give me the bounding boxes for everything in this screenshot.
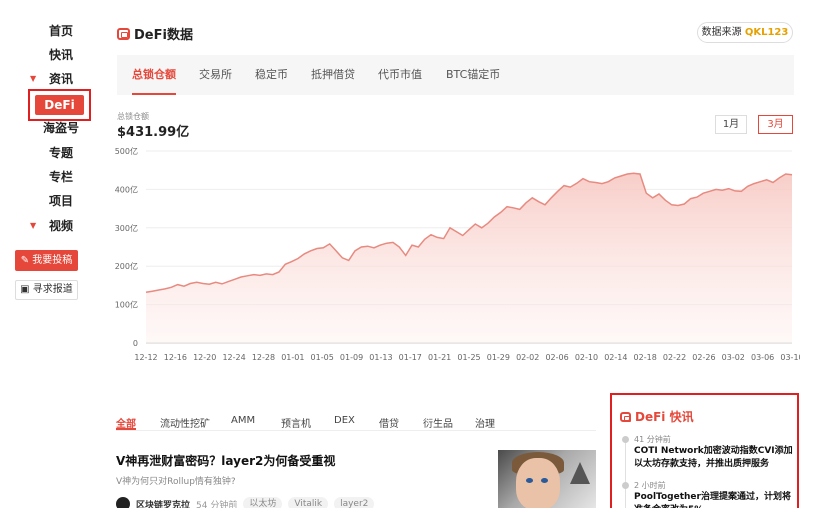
article-author[interactable]: 区块链罗克拉 [136,498,190,508]
nav-item-topic[interactable]: 专题 [0,143,100,163]
page-title: DeFi数据 [117,24,193,43]
nav-item-project[interactable]: 项目 [0,191,100,211]
data-tabs: 总锁仓额 交易所 稳定币 抵押借贷 代币市值 BTC锚定币 [117,55,794,95]
article-tag[interactable]: 以太坊 [243,497,283,508]
chart-x-tick: 12-28 [252,353,275,362]
chart-x-tick: 12-24 [222,353,245,362]
tab-token-marketcap[interactable]: 代币市值 [378,55,422,95]
caret-down-icon: ▼ [30,74,37,83]
chart-x-tick: 12-20 [193,353,216,362]
nav-item-video[interactable]: ▼ 视频 [0,216,100,236]
chart-x-tick: 01-17 [399,353,422,362]
content-tab-oracle[interactable]: 预言机 [281,415,311,430]
article-tag[interactable]: Vitalik [288,497,329,508]
content-tab-lending[interactable]: 借贷 [379,415,399,430]
author-avatar[interactable] [116,497,130,508]
content-tab-dex[interactable]: DEX [334,415,355,426]
defi-news-panel: DeFi 快讯 41 分钟前 COTI Network加密波动指数CVI添加以太… [610,393,799,508]
chart-x-tick: 01-21 [428,353,451,362]
chart-x-tick: 02-26 [692,353,715,362]
article-thumbnail[interactable] [498,450,596,508]
nav-item-defi[interactable]: DeFi [35,95,84,115]
article-time: 54 分钟前 [196,500,238,508]
data-source-badge[interactable]: 数据来源 QKL123 [697,22,793,43]
range-1m-button[interactable]: 1月 [715,115,747,134]
chart-x-tick: 02-02 [516,353,539,362]
article-meta: 区块链罗克拉 54 分钟前 以太坊 Vitalik layer2 [116,497,375,508]
tvl-area-chart: 0 100亿 200亿 300亿 400亿 500亿 12-12 12-16 12-20 12-… [115,146,800,362]
submit-article-button[interactable]: ✎ 我要投稿 [15,250,78,271]
caret-down-icon: ▼ [30,221,37,230]
chart-x-tick: 01-01 [281,353,304,362]
chart-y-tick: 200亿 [115,261,138,271]
nav-defi-highlight: DeFi [28,89,91,121]
chart-x-tick: 02-14 [604,353,627,362]
tab-lending[interactable]: 抵押借贷 [311,55,355,95]
news-time: 2 小时前 [634,481,666,490]
seek-report-button[interactable]: ▣ 寻求报道 [15,280,78,300]
news-panel-title: DeFi 快讯 [620,408,694,425]
chart-x-tick: 02-22 [663,353,686,362]
content-tab-amm[interactable]: AMM [231,415,255,426]
nav-item-column[interactable]: 专栏 [0,167,100,187]
timeline-dot [622,482,629,489]
content-tab-divider [116,430,596,431]
nav-item-pirate[interactable]: 海盗号 [0,118,100,138]
chart-y-tick: 0 [133,339,138,348]
chart-x-tick: 02-10 [575,353,598,362]
chart-y-tick: 100亿 [115,300,138,310]
chart-x-tick: 12-12 [134,353,157,362]
chart-x-tick: 03-10 [780,353,800,362]
nav-item-flash[interactable]: 快讯 [0,45,100,65]
chart-x-tick: 01-25 [457,353,480,362]
chart-x-tick: 12-16 [164,353,187,362]
content-tab-derivatives[interactable]: 衍生品 [423,415,453,430]
news-time: 41 分钟前 [634,435,671,444]
stat-value: $431.99亿 [117,125,190,140]
tab-exchange[interactable]: 交易所 [199,55,232,95]
article-subtitle: V神为何只对Rollup情有独钟? [116,477,236,487]
content-tab-governance[interactable]: 治理 [475,415,495,430]
range-3m-button[interactable]: 3月 [758,115,793,134]
news-item[interactable]: COTI Network加密波动指数CVI添加以太坊存款支持，并推出质押服务 [634,445,794,471]
chart-x-tick: 01-09 [340,353,363,362]
chart-x-tick: 03-02 [722,353,745,362]
chart-x-tick: 01-05 [311,353,334,362]
chart-area-fill [146,173,792,343]
content-tab-liquidity-mining[interactable]: 流动性挖矿 [160,415,210,430]
timeline-dot [622,436,629,443]
chart-y-tick: 500亿 [115,146,138,156]
nav-item-news[interactable]: ▼ 资讯 [0,69,100,89]
tab-total-locked[interactable]: 总锁仓额 [132,55,176,95]
tab-btc-anchored[interactable]: BTC锚定币 [446,55,500,95]
defi-logo-icon [117,27,130,40]
tab-stablecoin[interactable]: 稳定币 [255,55,288,95]
article-title[interactable]: V神再泄财富密码？layer2为何备受重视 [116,452,335,469]
chart-x-tick: 03-06 [751,353,774,362]
ethereum-icon [570,462,590,484]
chart-x-tick: 02-06 [545,353,568,362]
article-tag[interactable]: layer2 [334,497,375,508]
nav-item-home[interactable]: 首页 [0,21,100,41]
chart-y-tick: 400亿 [115,184,138,194]
chart-x-tick: 01-13 [369,353,392,362]
news-item[interactable]: PoolTogether治理提案通过，计划将准备金率改为5% [634,491,794,508]
left-nav: 首页 快讯 ▼ 资讯 DeFi 海盗号 专题 专栏 项目 ▼ 视频 ✎ 我要投稿 ▣… [0,0,100,508]
chart-y-tick: 300亿 [115,223,138,233]
chart-x-tick: 02-18 [634,353,657,362]
defi-logo-icon [620,411,631,422]
timeline-line [625,437,626,508]
chart-x-tick: 01-29 [487,353,510,362]
content-tab-indicator [116,428,136,430]
